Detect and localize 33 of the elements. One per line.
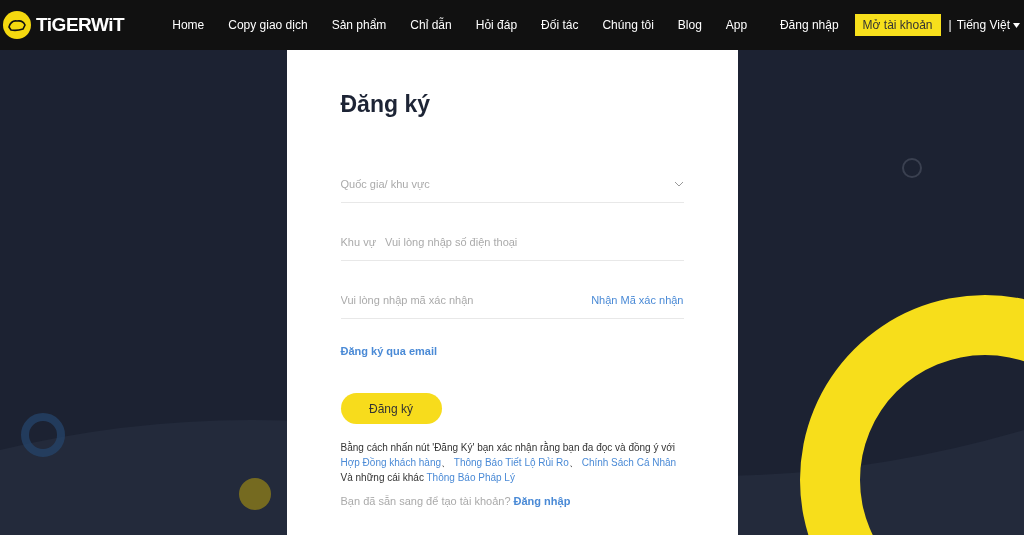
nav-link[interactable]: App [725, 16, 748, 34]
terms-link[interactable]: Chính Sách Cá Nhân [581, 457, 677, 468]
nav-link[interactable]: Sản phẩm [331, 16, 387, 34]
signup-button[interactable]: Đăng ký [340, 393, 442, 424]
nav-link[interactable]: Chỉ dẫn [410, 16, 452, 34]
login-link[interactable]: Đăng nhập [513, 493, 571, 510]
ring-shape [902, 158, 922, 178]
open-account-button[interactable]: Mở tài khoản [854, 14, 941, 36]
page-title: Đăng ký [340, 90, 431, 119]
get-code-link[interactable]: Nhận Mã xác nhận [591, 291, 684, 309]
ring-shape [21, 413, 65, 457]
terms-notice: Bằng cách nhấn nút 'Đăng Ký' bạn xác nhận rằng bạn đa đọc và đồng ý với Hợp Đồng khách hàng、 Thông Báo Tiết Lộ Rủi Ro、 Chính Sách Cá Nhân Và những cái khác Thông Báo Pháp Lý [340, 440, 678, 485]
chevron-down-icon [673, 181, 684, 187]
nav-link[interactable]: Hỏi đáp [475, 16, 518, 34]
terms-link[interactable]: Hợp Đồng khách hàng [340, 457, 441, 468]
separator: | [948, 17, 952, 34]
nav-link[interactable]: Blog [677, 16, 702, 34]
nav-link[interactable]: Chúng tôi [602, 16, 654, 34]
nav-link[interactable]: Đối tác [541, 16, 579, 34]
terms-link[interactable]: Thông Báo Tiết Lộ Rủi Ro [453, 457, 569, 468]
login-link[interactable]: Đăng nhập [779, 16, 839, 34]
brand-logo-text[interactable]: TiGERWiT [36, 10, 125, 40]
nav-link[interactable]: Copy giao dịch [228, 16, 308, 34]
account-question: Bạn đã sẵn sang để tạo tài khoản? [340, 494, 511, 509]
verification-code-input[interactable]: Vui lòng nhập mã xác nhận [340, 291, 592, 309]
terms-link[interactable]: Thông Báo Pháp Lý [426, 472, 515, 483]
language-selector[interactable]: Tiếng Việt [956, 16, 1020, 34]
nav-link[interactable]: Home [172, 16, 205, 34]
email-signup-link[interactable]: Đăng ký qua email [340, 342, 438, 359]
phone-input[interactable]: Vui lòng nhập số điện thoại [385, 233, 684, 251]
caret-icon [1013, 22, 1020, 28]
country-placeholder: Quốc gia/ khu vực [340, 176, 430, 192]
glow-dot [239, 478, 271, 510]
